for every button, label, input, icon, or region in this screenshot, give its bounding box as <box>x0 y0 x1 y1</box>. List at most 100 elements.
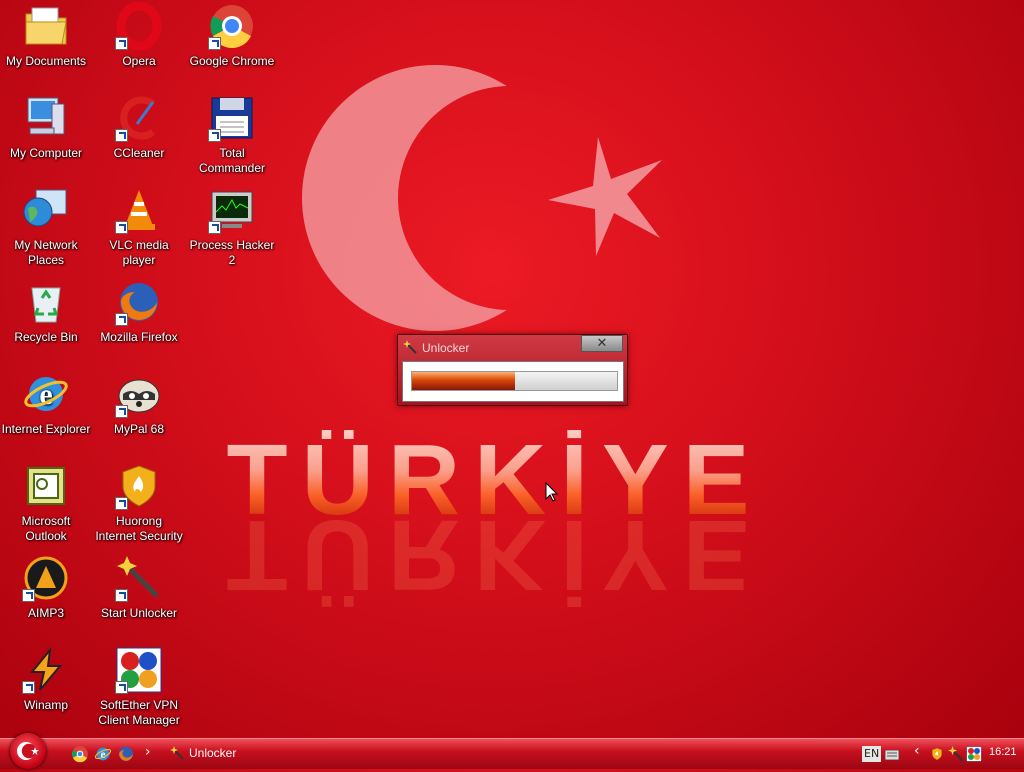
icon-label: Google Chrome <box>189 54 275 68</box>
outlook-icon <box>22 462 70 510</box>
chrome-icon <box>71 746 88 763</box>
shortcut-arrow-icon <box>115 313 128 326</box>
computer-icon <box>22 94 70 142</box>
desktop-icon-recycle-bin[interactable]: Recycle Bin <box>0 278 92 345</box>
shortcut-arrow-icon <box>115 221 128 234</box>
crescent <box>302 65 568 331</box>
shortcut-arrow-icon <box>115 589 128 602</box>
magic-wand-icon <box>403 340 417 354</box>
start-button[interactable] <box>10 733 46 769</box>
desktop-icon-vlc[interactable]: VLC media player <box>93 186 185 268</box>
icon-label: CCleaner <box>113 146 165 160</box>
internet-explorer-icon: e <box>22 370 70 418</box>
desktop-icon-softether[interactable]: SoftEther VPN Client Manager <box>93 646 185 728</box>
icon-label: Recycle Bin <box>14 330 78 344</box>
desktop-icon-my-computer[interactable]: My Computer <box>0 94 92 161</box>
recycle-bin-icon <box>22 278 70 326</box>
ccleaner-icon <box>115 94 163 142</box>
desktop-icon-aimp3[interactable]: AIMP3 <box>0 554 92 621</box>
softether-icon[interactable] <box>966 746 982 762</box>
star <box>548 137 662 256</box>
icon-label: Microsoft Outlook <box>21 514 71 543</box>
desktop-icon-google-chrome[interactable]: Google Chrome <box>186 2 278 69</box>
desktop-icon-mypal[interactable]: MyPal 68 <box>93 370 185 437</box>
magic-wand-icon <box>170 746 184 763</box>
shortcut-arrow-icon <box>208 129 221 142</box>
desktop-icon-internet-explorer[interactable]: e Internet Explorer <box>0 370 92 437</box>
icon-label: SoftEther VPN Client Manager <box>98 698 180 727</box>
shortcut-arrow-icon <box>22 681 35 694</box>
magic-wand-icon[interactable] <box>948 746 964 762</box>
desktop-icon-start-unlocker[interactable]: Start Unlocker <box>93 554 185 621</box>
shortcut-arrow-icon <box>22 589 35 602</box>
wallpaper-text: TÜRKİYE <box>205 430 785 530</box>
icon-label: Opera <box>122 54 156 68</box>
language-indicator[interactable]: EN <box>862 746 882 762</box>
taskbar: e › Unlocker EN ‹ 16:21 <box>0 733 1024 769</box>
shortcut-arrow-icon <box>115 129 128 142</box>
documents-folder-icon <box>22 2 70 50</box>
taskbar-button-label: Unlocker <box>189 746 237 760</box>
desktop-icon-winamp[interactable]: Winamp <box>0 646 92 713</box>
icon-label: VLC media player <box>109 238 169 267</box>
quicklaunch-internet-explorer[interactable]: e <box>94 745 112 763</box>
icon-label: Process Hacker 2 <box>189 238 275 267</box>
desktop-icon-firefox[interactable]: Mozilla Firefox <box>93 278 185 345</box>
floppy-disk-icon <box>208 94 256 142</box>
internet-explorer-icon: e <box>94 747 112 761</box>
process-hacker-icon <box>208 186 256 234</box>
shortcut-arrow-icon <box>115 37 128 50</box>
progress-bar <box>411 371 618 391</box>
icon-label: Winamp <box>23 698 68 712</box>
shortcut-arrow-icon <box>115 497 128 510</box>
quicklaunch-chevron[interactable]: › <box>145 744 151 760</box>
icon-label: AIMP3 <box>27 606 64 620</box>
icon-label: Start Unlocker <box>100 606 178 620</box>
unlocker-dialog[interactable]: Unlocker ✕ <box>397 334 628 406</box>
icon-label: Internet Explorer <box>1 422 91 436</box>
chrome-icon <box>208 2 256 50</box>
shortcut-arrow-icon <box>208 37 221 50</box>
desktop-icon-ccleaner[interactable]: CCleaner <box>93 94 185 161</box>
quicklaunch-chrome[interactable] <box>71 745 89 763</box>
desktop-icon-huorong[interactable]: Huorong Internet Security <box>93 462 185 544</box>
icon-label: Huorong Internet Security <box>95 514 183 543</box>
shortcut-arrow-icon <box>115 405 128 418</box>
shield-flame-icon[interactable] <box>930 746 944 762</box>
progress-fill <box>412 372 515 390</box>
desktop-icon-total-commander[interactable]: Total Commander <box>186 94 278 176</box>
desktop-icon-process-hacker[interactable]: Process Hacker 2 <box>186 186 278 268</box>
opera-icon <box>115 1 163 51</box>
icon-label: MyPal 68 <box>113 422 165 436</box>
shield-flame-icon <box>115 462 163 510</box>
winamp-icon <box>22 646 70 694</box>
dialog-title: Unlocker <box>422 341 470 355</box>
desktop-icon-my-documents[interactable]: My Documents <box>0 2 92 69</box>
desktop-icon-opera[interactable]: Opera <box>93 1 185 69</box>
mouse-cursor <box>545 482 559 502</box>
aimp-icon <box>22 554 70 602</box>
firefox-icon <box>115 278 163 326</box>
icon-label: My Network Places <box>14 238 78 267</box>
shortcut-arrow-icon <box>208 221 221 234</box>
dialog-body <box>402 361 624 402</box>
icon-label: Mozilla Firefox <box>100 330 178 344</box>
tray-overflow-chevron[interactable]: ‹ <box>914 743 920 759</box>
crescent-star-icon <box>17 742 39 760</box>
clock[interactable]: 16:21 <box>989 746 1017 758</box>
quicklaunch-firefox[interactable] <box>117 745 135 763</box>
keyboard-icon[interactable] <box>884 749 900 765</box>
desktop-icon-microsoft-outlook[interactable]: Microsoft Outlook <box>0 462 92 544</box>
magic-wand-icon <box>115 554 163 602</box>
icon-label: My Documents <box>5 54 87 68</box>
desktop-icon-my-network-places[interactable]: My Network Places <box>0 186 92 268</box>
icon-label: My Computer <box>9 146 83 160</box>
softether-icon <box>115 646 163 694</box>
network-globe-icon <box>22 186 70 234</box>
firefox-icon <box>118 746 134 762</box>
shortcut-arrow-icon <box>115 681 128 694</box>
raccoon-icon <box>115 370 163 418</box>
vlc-cone-icon <box>115 186 163 234</box>
icon-label: Total Commander <box>198 146 266 175</box>
close-button[interactable]: ✕ <box>581 335 623 352</box>
